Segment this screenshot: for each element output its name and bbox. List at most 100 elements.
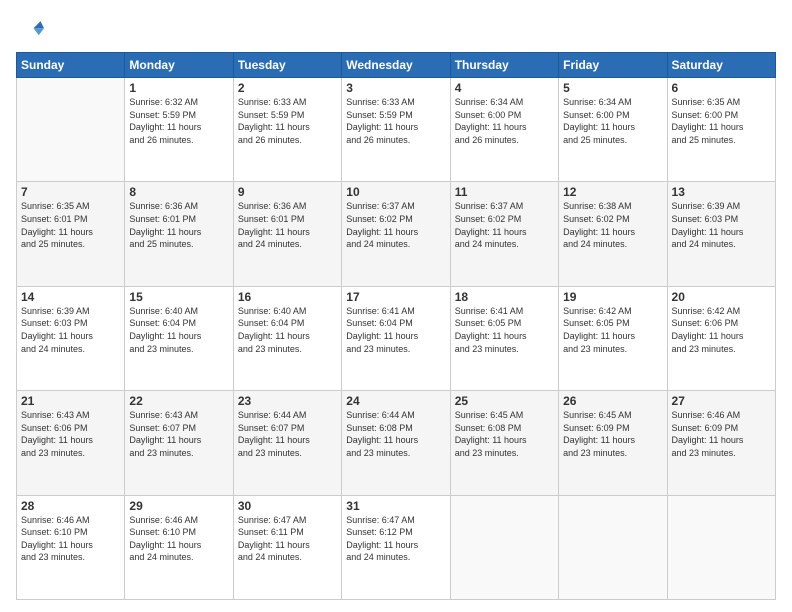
day-number: 5: [563, 81, 662, 95]
header: [16, 12, 776, 44]
day-info: Sunrise: 6:43 AM Sunset: 6:07 PM Dayligh…: [129, 409, 228, 459]
table-row: 23Sunrise: 6:44 AM Sunset: 6:07 PM Dayli…: [233, 391, 341, 495]
day-info: Sunrise: 6:43 AM Sunset: 6:06 PM Dayligh…: [21, 409, 120, 459]
table-row: 30Sunrise: 6:47 AM Sunset: 6:11 PM Dayli…: [233, 495, 341, 599]
day-info: Sunrise: 6:40 AM Sunset: 6:04 PM Dayligh…: [129, 305, 228, 355]
column-header-wednesday: Wednesday: [342, 53, 450, 78]
table-row: 7Sunrise: 6:35 AM Sunset: 6:01 PM Daylig…: [17, 182, 125, 286]
column-header-tuesday: Tuesday: [233, 53, 341, 78]
day-number: 20: [672, 290, 771, 304]
table-row: 4Sunrise: 6:34 AM Sunset: 6:00 PM Daylig…: [450, 78, 558, 182]
day-info: Sunrise: 6:39 AM Sunset: 6:03 PM Dayligh…: [21, 305, 120, 355]
day-number: 23: [238, 394, 337, 408]
day-number: 25: [455, 394, 554, 408]
day-info: Sunrise: 6:45 AM Sunset: 6:08 PM Dayligh…: [455, 409, 554, 459]
day-number: 1: [129, 81, 228, 95]
day-info: Sunrise: 6:45 AM Sunset: 6:09 PM Dayligh…: [563, 409, 662, 459]
day-number: 19: [563, 290, 662, 304]
table-row: 22Sunrise: 6:43 AM Sunset: 6:07 PM Dayli…: [125, 391, 233, 495]
day-info: Sunrise: 6:47 AM Sunset: 6:12 PM Dayligh…: [346, 514, 445, 564]
day-number: 31: [346, 499, 445, 513]
table-row: 2Sunrise: 6:33 AM Sunset: 5:59 PM Daylig…: [233, 78, 341, 182]
day-info: Sunrise: 6:35 AM Sunset: 6:00 PM Dayligh…: [672, 96, 771, 146]
day-number: 9: [238, 185, 337, 199]
day-number: 24: [346, 394, 445, 408]
day-number: 22: [129, 394, 228, 408]
table-row: 5Sunrise: 6:34 AM Sunset: 6:00 PM Daylig…: [559, 78, 667, 182]
table-row: 16Sunrise: 6:40 AM Sunset: 6:04 PM Dayli…: [233, 286, 341, 390]
day-info: Sunrise: 6:33 AM Sunset: 5:59 PM Dayligh…: [238, 96, 337, 146]
table-row: 24Sunrise: 6:44 AM Sunset: 6:08 PM Dayli…: [342, 391, 450, 495]
table-row: 13Sunrise: 6:39 AM Sunset: 6:03 PM Dayli…: [667, 182, 775, 286]
day-number: 14: [21, 290, 120, 304]
day-number: 27: [672, 394, 771, 408]
table-row: 19Sunrise: 6:42 AM Sunset: 6:05 PM Dayli…: [559, 286, 667, 390]
day-number: 17: [346, 290, 445, 304]
day-number: 18: [455, 290, 554, 304]
table-row: 29Sunrise: 6:46 AM Sunset: 6:10 PM Dayli…: [125, 495, 233, 599]
column-header-monday: Monday: [125, 53, 233, 78]
day-info: Sunrise: 6:47 AM Sunset: 6:11 PM Dayligh…: [238, 514, 337, 564]
day-info: Sunrise: 6:46 AM Sunset: 6:09 PM Dayligh…: [672, 409, 771, 459]
table-row: 18Sunrise: 6:41 AM Sunset: 6:05 PM Dayli…: [450, 286, 558, 390]
table-row: [559, 495, 667, 599]
table-row: 1Sunrise: 6:32 AM Sunset: 5:59 PM Daylig…: [125, 78, 233, 182]
calendar-week-row: 14Sunrise: 6:39 AM Sunset: 6:03 PM Dayli…: [17, 286, 776, 390]
calendar-week-row: 7Sunrise: 6:35 AM Sunset: 6:01 PM Daylig…: [17, 182, 776, 286]
column-header-friday: Friday: [559, 53, 667, 78]
day-number: 15: [129, 290, 228, 304]
calendar-week-row: 21Sunrise: 6:43 AM Sunset: 6:06 PM Dayli…: [17, 391, 776, 495]
table-row: 17Sunrise: 6:41 AM Sunset: 6:04 PM Dayli…: [342, 286, 450, 390]
calendar-table: SundayMondayTuesdayWednesdayThursdayFrid…: [16, 52, 776, 600]
day-info: Sunrise: 6:37 AM Sunset: 6:02 PM Dayligh…: [346, 200, 445, 250]
day-number: 6: [672, 81, 771, 95]
table-row: 31Sunrise: 6:47 AM Sunset: 6:12 PM Dayli…: [342, 495, 450, 599]
table-row: 25Sunrise: 6:45 AM Sunset: 6:08 PM Dayli…: [450, 391, 558, 495]
day-number: 7: [21, 185, 120, 199]
table-row: 28Sunrise: 6:46 AM Sunset: 6:10 PM Dayli…: [17, 495, 125, 599]
calendar-header-row: SundayMondayTuesdayWednesdayThursdayFrid…: [17, 53, 776, 78]
day-info: Sunrise: 6:38 AM Sunset: 6:02 PM Dayligh…: [563, 200, 662, 250]
table-row: 6Sunrise: 6:35 AM Sunset: 6:00 PM Daylig…: [667, 78, 775, 182]
day-number: 8: [129, 185, 228, 199]
column-header-thursday: Thursday: [450, 53, 558, 78]
day-number: 28: [21, 499, 120, 513]
day-info: Sunrise: 6:33 AM Sunset: 5:59 PM Dayligh…: [346, 96, 445, 146]
calendar-week-row: 28Sunrise: 6:46 AM Sunset: 6:10 PM Dayli…: [17, 495, 776, 599]
day-number: 16: [238, 290, 337, 304]
logo-icon: [16, 16, 44, 44]
day-info: Sunrise: 6:32 AM Sunset: 5:59 PM Dayligh…: [129, 96, 228, 146]
table-row: [450, 495, 558, 599]
day-info: Sunrise: 6:41 AM Sunset: 6:05 PM Dayligh…: [455, 305, 554, 355]
day-number: 21: [21, 394, 120, 408]
table-row: 12Sunrise: 6:38 AM Sunset: 6:02 PM Dayli…: [559, 182, 667, 286]
day-info: Sunrise: 6:34 AM Sunset: 6:00 PM Dayligh…: [455, 96, 554, 146]
logo: [16, 16, 46, 44]
day-number: 11: [455, 185, 554, 199]
table-row: 14Sunrise: 6:39 AM Sunset: 6:03 PM Dayli…: [17, 286, 125, 390]
day-info: Sunrise: 6:40 AM Sunset: 6:04 PM Dayligh…: [238, 305, 337, 355]
day-info: Sunrise: 6:36 AM Sunset: 6:01 PM Dayligh…: [129, 200, 228, 250]
day-number: 13: [672, 185, 771, 199]
day-info: Sunrise: 6:44 AM Sunset: 6:08 PM Dayligh…: [346, 409, 445, 459]
table-row: [17, 78, 125, 182]
table-row: 8Sunrise: 6:36 AM Sunset: 6:01 PM Daylig…: [125, 182, 233, 286]
column-header-saturday: Saturday: [667, 53, 775, 78]
table-row: 20Sunrise: 6:42 AM Sunset: 6:06 PM Dayli…: [667, 286, 775, 390]
day-info: Sunrise: 6:41 AM Sunset: 6:04 PM Dayligh…: [346, 305, 445, 355]
table-row: 21Sunrise: 6:43 AM Sunset: 6:06 PM Dayli…: [17, 391, 125, 495]
day-info: Sunrise: 6:35 AM Sunset: 6:01 PM Dayligh…: [21, 200, 120, 250]
day-info: Sunrise: 6:44 AM Sunset: 6:07 PM Dayligh…: [238, 409, 337, 459]
table-row: [667, 495, 775, 599]
table-row: 11Sunrise: 6:37 AM Sunset: 6:02 PM Dayli…: [450, 182, 558, 286]
day-number: 10: [346, 185, 445, 199]
day-number: 3: [346, 81, 445, 95]
day-info: Sunrise: 6:37 AM Sunset: 6:02 PM Dayligh…: [455, 200, 554, 250]
day-number: 4: [455, 81, 554, 95]
table-row: 26Sunrise: 6:45 AM Sunset: 6:09 PM Dayli…: [559, 391, 667, 495]
day-info: Sunrise: 6:42 AM Sunset: 6:06 PM Dayligh…: [672, 305, 771, 355]
day-info: Sunrise: 6:39 AM Sunset: 6:03 PM Dayligh…: [672, 200, 771, 250]
day-info: Sunrise: 6:34 AM Sunset: 6:00 PM Dayligh…: [563, 96, 662, 146]
table-row: 9Sunrise: 6:36 AM Sunset: 6:01 PM Daylig…: [233, 182, 341, 286]
day-info: Sunrise: 6:46 AM Sunset: 6:10 PM Dayligh…: [21, 514, 120, 564]
